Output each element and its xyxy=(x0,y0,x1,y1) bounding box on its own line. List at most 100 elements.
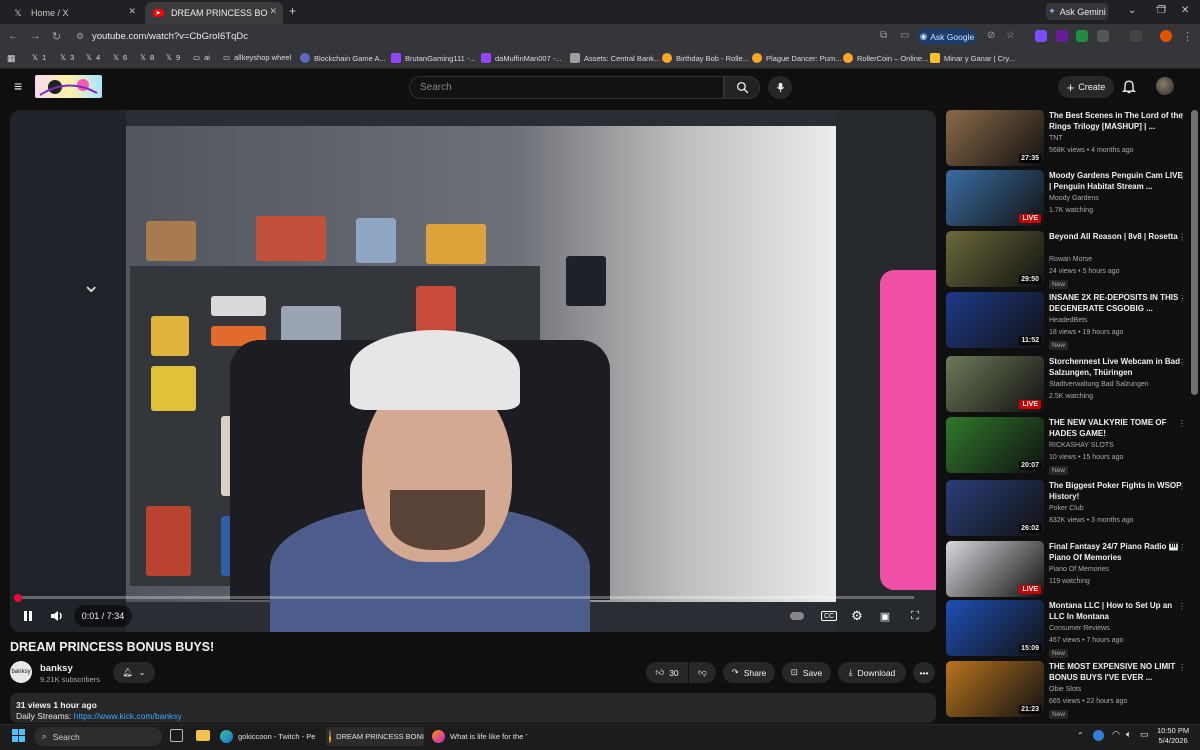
video-player[interactable]: ⌄ xyxy=(10,110,936,632)
taskbar-app-firefox[interactable]: What is life like for the ' xyxy=(432,727,528,746)
recommendation-channel[interactable]: Rowan Morse xyxy=(1049,256,1092,263)
more-options-icon[interactable]: ⋮ xyxy=(1178,172,1186,181)
taskbar-app-chrome[interactable]: DREAM PRINCESS BONI xyxy=(326,727,424,746)
bookmark-item[interactable]: Assets: Central Bank... xyxy=(570,53,660,63)
more-options-icon[interactable]: ⋮ xyxy=(1178,482,1186,491)
search-button[interactable] xyxy=(724,76,760,99)
close-icon[interactable]: ✕ xyxy=(269,6,277,17)
recommendation-card[interactable]: LIVE Storchennest Live Webcam in Bad Salz… xyxy=(946,356,1190,413)
bookmark-item[interactable]: BrutanGaming111 -... xyxy=(391,53,476,63)
speaker-icon[interactable]: 🔈︎ xyxy=(1126,729,1131,740)
battery-icon[interactable]: ▭ xyxy=(1140,729,1149,740)
recommendation-channel[interactable]: TNT xyxy=(1049,135,1063,142)
more-options-icon[interactable]: ⋮ xyxy=(1178,419,1186,428)
video-thumbnail[interactable]: 21:23 xyxy=(946,661,1044,717)
reload-icon[interactable]: ↻ xyxy=(52,30,61,43)
recommendation-title[interactable]: The Best Scenes in The Lord of the Rings… xyxy=(1049,110,1184,132)
extension-icon[interactable] xyxy=(1056,30,1068,42)
settings-button[interactable]: ⚙ xyxy=(849,608,865,624)
progress-bar[interactable] xyxy=(16,596,914,599)
recommendation-title[interactable]: Beyond All Reason | 8v8 | Rosetta xyxy=(1049,231,1184,242)
recommendation-channel[interactable]: Obie Slots xyxy=(1049,686,1081,693)
tray-app-icon[interactable] xyxy=(1093,730,1104,741)
recommendation-card[interactable]: 21:23 THE MOST EXPENSIVE NO LIMIT BONUS B… xyxy=(946,661,1190,719)
bookmark-item[interactable]: Blockchain Game A... xyxy=(300,53,386,63)
recommendation-card[interactable]: LIVE Moody Gardens Penguin Cam LIVE | Pen… xyxy=(946,170,1190,227)
bookmark-item[interactable]: 𝕏4 xyxy=(86,53,100,62)
recommendation-title[interactable]: INSANE 2X RE-DEPOSITS IN THIS DEGENERATE… xyxy=(1049,292,1184,314)
task-view-icon[interactable] xyxy=(170,729,183,742)
back-icon[interactable]: ← xyxy=(8,30,19,42)
video-thumbnail[interactable]: LIVE xyxy=(946,541,1044,597)
ask-gemini-button[interactable]: ✦ Ask Gemini xyxy=(1046,3,1108,20)
video-thumbnail[interactable]: 11:52 xyxy=(946,292,1044,348)
fullscreen-button[interactable]: ⛶ xyxy=(907,608,923,624)
captions-button[interactable]: CC xyxy=(821,611,837,621)
like-button[interactable]: 👍︎ 30 xyxy=(646,662,688,683)
subscribe-notifications-button[interactable]: 🔔︎ ⌄ xyxy=(113,662,155,683)
more-options-icon[interactable]: ⋮ xyxy=(1178,543,1186,552)
video-thumbnail[interactable]: 27:35 xyxy=(946,110,1044,166)
share-button[interactable]: ↷ Share xyxy=(723,662,775,683)
new-tab-button[interactable]: + xyxy=(289,4,296,18)
sidebar-scrollbar[interactable] xyxy=(1191,110,1198,395)
bookmark-item[interactable]: 𝕏6 xyxy=(113,53,127,62)
video-thumbnail[interactable]: LIVE xyxy=(946,356,1044,412)
recommendation-channel[interactable]: Poker Club xyxy=(1049,505,1084,512)
pause-button[interactable] xyxy=(20,608,36,624)
taskbar-search[interactable]: ⌕ Search xyxy=(34,727,162,746)
extension-icon[interactable] xyxy=(1035,30,1047,42)
bookmark-item[interactable]: daMuffinMan007 -... xyxy=(481,53,562,63)
video-thumbnail[interactable]: 20:07 xyxy=(946,417,1044,473)
recommendation-channel[interactable]: HeadedBets xyxy=(1049,317,1088,324)
maximize-icon[interactable]: ❐ xyxy=(1157,5,1166,16)
site-info-icon[interactable]: ⚙ xyxy=(76,31,84,42)
more-options-icon[interactable]: ⋮ xyxy=(1178,602,1186,611)
recommendation-card[interactable]: 29:50 Beyond All Reason | 8v8 | Rosetta Ro… xyxy=(946,231,1190,289)
more-options-icon[interactable]: ⋮ xyxy=(1178,233,1186,242)
more-options-icon[interactable]: ⋮ xyxy=(1178,112,1186,121)
profile-avatar-icon[interactable] xyxy=(1160,30,1172,42)
recommendation-channel[interactable]: RICKASHAY SLOTS xyxy=(1049,442,1114,449)
more-options-icon[interactable]: ⋮ xyxy=(1178,358,1186,367)
download-button[interactable]: ⤓ Download xyxy=(838,662,906,683)
bookmark-item[interactable]: 𝕏3 xyxy=(60,53,74,62)
windows-start-icon[interactable] xyxy=(12,729,26,748)
miniplayer-button[interactable]: ▣ xyxy=(877,608,893,624)
recommendation-card[interactable]: LIVE Final Fantasy 24/7 Piano Radio 🎹 Pia… xyxy=(946,541,1190,598)
bookmark-item[interactable]: RollerCoin – Online... xyxy=(843,53,928,63)
bookmark-item[interactable]: 𝕏9 xyxy=(166,53,180,62)
close-window-icon[interactable]: ✕ xyxy=(1181,5,1189,16)
tab-home-x[interactable]: 𝕏 Home / X ✕ xyxy=(4,2,142,24)
account-avatar[interactable] xyxy=(1156,77,1174,95)
recommendation-card[interactable]: 27:35 The Best Scenes in The Lord of the … xyxy=(946,110,1190,167)
bookmark-folder[interactable]: ▭ allkeyshop wheel xyxy=(223,53,291,62)
star-icon[interactable]: ☆ xyxy=(1006,30,1015,41)
tab-youtube-video[interactable]: ▶ DREAM PRINCESS BONUS BUYS! ✕ xyxy=(145,2,283,24)
bookmark-item[interactable]: Birthday Bob - Rolle... xyxy=(662,53,749,63)
tray-chevron-icon[interactable]: ⌃ xyxy=(1077,731,1084,740)
channel-doodle-logo[interactable] xyxy=(35,75,102,98)
recommendation-title[interactable]: Final Fantasy 24/7 Piano Radio 🎹 Piano O… xyxy=(1049,541,1184,563)
hamburger-menu-icon[interactable]: ≡ xyxy=(14,79,22,93)
file-explorer-icon[interactable] xyxy=(196,730,210,741)
channel-name[interactable]: banksy xyxy=(40,663,73,674)
video-thumbnail[interactable]: 29:50 xyxy=(946,231,1044,287)
wifi-icon[interactable]: ◠ xyxy=(1112,729,1120,740)
bookmark-folder[interactable]: ▭ ai xyxy=(193,53,210,62)
cast-icon[interactable]: ▭ xyxy=(900,30,909,41)
notifications-bell-icon[interactable] xyxy=(1121,78,1137,100)
recommendation-card[interactable]: 20:07 THE NEW VALKYRIE TOME OF HADES GAME… xyxy=(946,417,1190,475)
autoplay-toggle[interactable] xyxy=(789,608,805,624)
eye-off-icon[interactable]: ⊘ xyxy=(987,30,995,41)
recommendation-card[interactable]: 15:09 Montana LLC | How to Set Up an LLC … xyxy=(946,600,1190,658)
extensions-puzzle-icon[interactable] xyxy=(1097,30,1109,42)
recommendation-title[interactable]: Montana LLC | How to Set Up an LLC In Mo… xyxy=(1049,600,1184,622)
extension-icon[interactable] xyxy=(1076,30,1088,42)
recommendation-title[interactable]: The Biggest Poker Fights In WSOP History… xyxy=(1049,480,1184,502)
recommendation-channel[interactable]: Moody Gardens xyxy=(1049,195,1099,202)
create-button[interactable]: + Create xyxy=(1058,76,1114,98)
recommendation-channel[interactable]: Consumer Reviews xyxy=(1049,625,1110,632)
video-thumbnail[interactable]: 26:02 xyxy=(946,480,1044,536)
url-field[interactable]: youtube.com/watch?v=CbGroI6TqDc xyxy=(92,31,248,42)
